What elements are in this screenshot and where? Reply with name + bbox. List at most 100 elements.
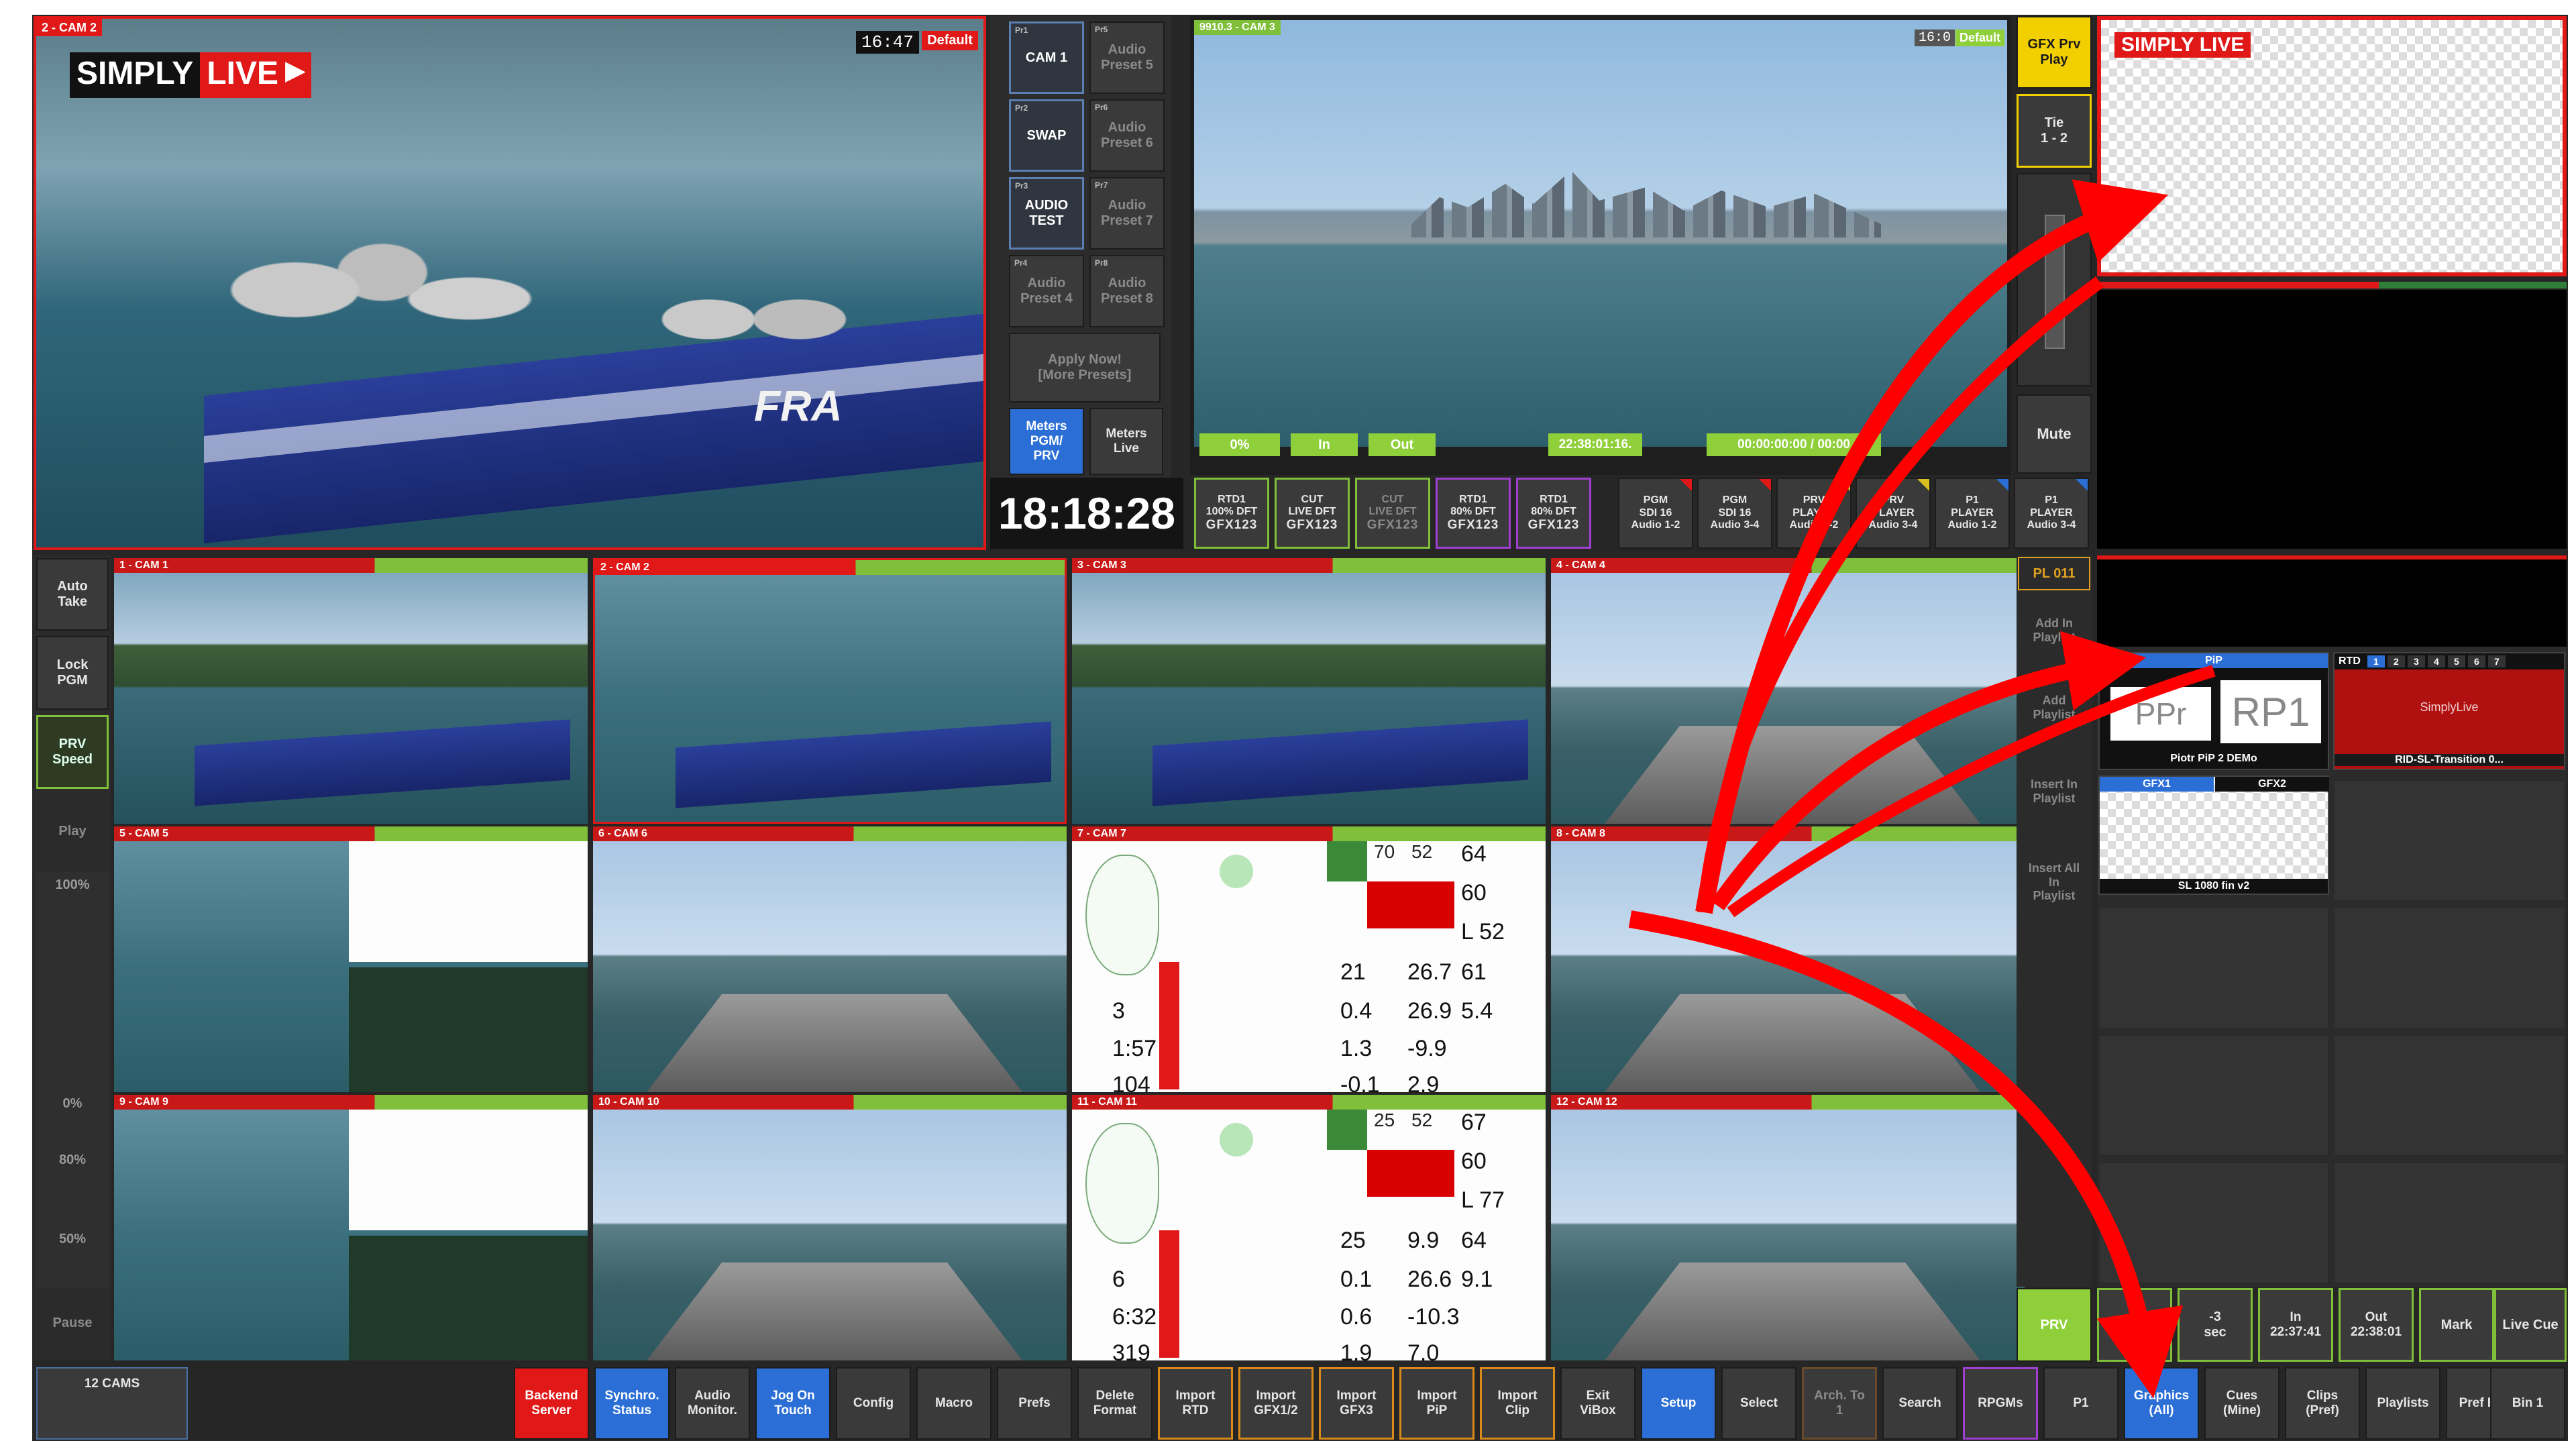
select-button[interactable]: Select [1721,1367,1796,1440]
camera-tile-5[interactable]: 5 - CAM 5 [114,826,588,1092]
archive-to-button[interactable]: Arch. To 1 [1802,1367,1877,1440]
add-in-playlist-button[interactable]: Add In Playlist [2018,597,2090,664]
preset-button-8[interactable]: Pr8 Audio Preset 8 [1089,255,1165,327]
camera-tile-8[interactable]: 8 - CAM 8 [1551,826,2025,1092]
live-cue-button[interactable]: Live Cue [2494,1288,2567,1362]
prv-button[interactable]: PRV [2017,1288,2092,1362]
search-button[interactable]: Search [1882,1367,1957,1440]
camera-tile-6[interactable]: 6 - CAM 6 [593,826,1067,1092]
prv-speed-button[interactable]: PRV Speed [36,715,109,789]
preset-button-4[interactable]: Pr6 Audio Preset 6 [1089,99,1165,172]
rtd-button-2[interactable]: CUT LIVE DFT GFX123 [1275,478,1350,549]
import-gfx12-button[interactable]: Import GFX1/2 [1238,1367,1313,1440]
empty-bin-slot[interactable] [2333,780,2565,902]
audio-source-button-2[interactable]: PGM SDI 16 Audio 3-4 [1697,478,1772,549]
pause-button[interactable]: Pause [36,1288,109,1358]
rtd-tab-6[interactable]: 6 [2467,655,2485,667]
meters-pgm-prv-button[interactable]: Meters PGM/ PRV [1009,408,1084,475]
rtd-item[interactable]: RTD 1234567 SimplyLive RID-SL-Transition… [2333,652,2565,770]
p1-player-viewer[interactable] [2097,290,2567,549]
clips-pref-button[interactable]: Clips (Pref) [2285,1367,2360,1440]
add-playlist-button[interactable]: Add Playlist [2018,671,2090,745]
empty-bin-slot[interactable] [2333,907,2565,1029]
rtd-button-3[interactable]: CUT LIVE DFT GFX123 [1355,478,1430,549]
ve-button[interactable]: e [2097,1288,2172,1362]
backend-server-button[interactable]: Backend Server [514,1367,589,1440]
import-clip-button[interactable]: Import Clip [1480,1367,1555,1440]
gfx-preview[interactable]: SIMPLY LIVE [2097,16,2567,276]
import-gfx3-button[interactable]: Import GFX3 [1319,1367,1394,1440]
bin-1-button[interactable]: Bin 1 [2490,1367,2565,1440]
pip-item[interactable]: PiP PPr RP1 Piotr PiP 2 DEMo [2098,652,2329,770]
graphics-all-button[interactable]: Graphics (All) [2124,1367,2199,1440]
rtd-button-5[interactable]: RTD1 80% DFT GFX123 [1516,478,1591,549]
camera-tile-9[interactable]: 9 - CAM 9 [114,1095,588,1360]
apply-now-button[interactable]: Apply Now! [More Presets] [1009,333,1161,402]
empty-bin-slot[interactable] [2333,1034,2565,1157]
rtd-tab-3[interactable]: 3 [2407,655,2425,667]
exit-vibox-button[interactable]: Exit ViBox [1560,1367,1635,1440]
pl-number-button[interactable]: PL 011 [2018,557,2090,590]
camera-tile-7[interactable]: 70 52 64 60 L 52 61 21 26.7 0.4 26.9 5.4 1.3 -9.9 -0.… [1072,826,1546,1092]
audio-source-button-6[interactable]: P1 PLAYER Audio 3-4 [2014,478,2089,549]
empty-bin-slot[interactable] [2098,1162,2329,1284]
camera-tile-3[interactable]: 3 - CAM 3 [1072,558,1546,824]
synchro-status-button[interactable]: Synchro. Status [594,1367,669,1440]
preset-button-1[interactable]: Pr1 CAM 1 [1009,21,1084,94]
tie-button[interactable]: Tie 1 - 2 [2017,94,2092,168]
gfx-fader-track[interactable] [2017,173,2092,386]
pgm-out-badge[interactable]: Out [1368,433,1436,456]
import-rtd-button[interactable]: Import RTD [1158,1367,1233,1440]
rtd-tab-4[interactable]: 4 [2427,655,2445,667]
preset-button-3[interactable]: Pr2 SWAP [1009,99,1084,172]
camera-tile-11[interactable]: 25 52 67 60 L 77 64 25 9.9 0.1 26.6 9.1 0.6 -10.3 1.9… [1072,1095,1546,1360]
playlists-button[interactable]: Playlists [2365,1367,2440,1440]
setup-button[interactable]: Setup [1641,1367,1716,1440]
play-button[interactable]: Play [36,794,109,868]
delete-format-button[interactable]: Delete Format [1077,1367,1152,1440]
gfx-fader-handle[interactable] [2045,215,2065,349]
rtd-button-4[interactable]: RTD1 80% DFT GFX123 [1436,478,1511,549]
pgm-percent-badge[interactable]: 0% [1199,433,1280,456]
audio-source-button-1[interactable]: PGM SDI 16 Audio 1-2 [1618,478,1693,549]
pgm-in-badge[interactable]: In [1291,433,1358,456]
rtd-tab-5[interactable]: 5 [2447,655,2465,667]
p1-button[interactable]: P1 [2043,1367,2118,1440]
minus-3-sec-button[interactable]: -3 sec [2178,1288,2253,1362]
speed-slider[interactable]: 100% 0% 80% 50% [36,872,109,1301]
mark-button[interactable]: Mark [2419,1288,2494,1362]
auto-take-button[interactable]: Auto Take [36,558,109,631]
empty-bin-slot[interactable] [2333,1162,2565,1284]
prefs-button[interactable]: Prefs [997,1367,1072,1440]
insert-in-playlist-button[interactable]: Insert In Playlist [2018,751,2090,832]
12-cams-button[interactable]: 12 CAMS [36,1367,188,1440]
import-pip-button[interactable]: Import PiP [1399,1367,1474,1440]
camera-tile-2[interactable]: 2 - CAM 2 [593,558,1067,824]
rtd-tab-1[interactable]: 1 [2367,655,2385,667]
audio-source-button-5[interactable]: P1 PLAYER Audio 1-2 [1935,478,2010,549]
preset-button-2[interactable]: Pr5 Audio Preset 5 [1089,21,1165,94]
camera-tile-10[interactable]: 10 - CAM 10 [593,1095,1067,1360]
config-button[interactable]: Config [836,1367,911,1440]
camera-tile-4[interactable]: 4 - CAM 4 [1551,558,2025,824]
rtd-tab-2[interactable]: 2 [2387,655,2405,667]
audio-source-button-3[interactable]: PRV PLAYER Audio 1-2 [1776,478,1851,549]
empty-bin-slot[interactable] [2098,907,2329,1029]
meters-live-button[interactable]: Meters Live [1089,408,1163,475]
rtd-tab-7[interactable]: 7 [2487,655,2506,667]
lock-pgm-button[interactable]: Lock PGM [36,636,109,710]
preset-button-5[interactable]: Pr3 AUDIO TEST [1009,177,1084,250]
camera-tile-12[interactable]: 12 - CAM 12 [1551,1095,2025,1360]
empty-bin-slot[interactable] [2098,1034,2329,1157]
audio-monitor-button[interactable]: Audio Monitor. [675,1367,750,1440]
macro-button[interactable]: Macro [916,1367,991,1440]
pgm-viewer[interactable]: 9910.3 - CAM 3 16:0 Default 0% In Out 22… [1190,16,2011,475]
out-point-button[interactable]: Out 22:38:01 [2339,1288,2414,1362]
audio-source-button-4[interactable]: PRV PLAYER Audio 3-4 [1856,478,1931,549]
gfx-item[interactable]: GFX1 GFX2 SL 1080 fin v2 [2098,775,2329,895]
insert-all-playlist-button[interactable]: Insert All In Playlist [2018,839,2090,926]
preset-button-7[interactable]: Pr4 Audio Preset 4 [1009,255,1084,327]
main-viewer[interactable]: FRA 2 - CAM 2 16:47 Default SIMPLY LIVE … [34,16,986,550]
jog-on-touch-button[interactable]: Jog On Touch [755,1367,830,1440]
rtd-button-1[interactable]: RTD1 100% DFT GFX123 [1194,478,1269,549]
